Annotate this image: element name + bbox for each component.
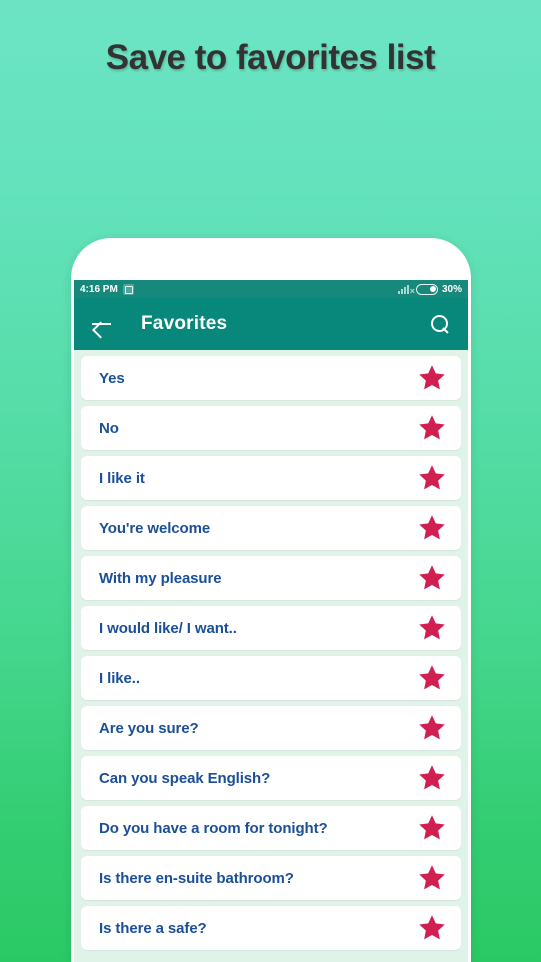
list-item[interactable]: With my pleasure	[81, 556, 461, 600]
star-filled-icon[interactable]	[417, 913, 447, 943]
battery-percent: 30%	[441, 283, 462, 295]
list-item-label: Yes	[99, 369, 125, 387]
list-item[interactable]: Yes	[81, 356, 461, 400]
list-item-label: No	[99, 419, 119, 437]
signal-bars-no-service-icon	[397, 284, 415, 296]
list-item-label: I like..	[99, 669, 140, 687]
star-filled-icon[interactable]	[417, 613, 447, 643]
list-item[interactable]: Are you sure?	[81, 706, 461, 750]
star-filled-icon[interactable]	[417, 413, 447, 443]
app-bar: Favorites	[74, 298, 468, 350]
list-item-label: Is there en-suite bathroom?	[99, 869, 294, 887]
status-bar-left: 4:16 PM	[80, 283, 134, 295]
list-item[interactable]: Is there en-suite bathroom?	[81, 856, 461, 900]
list-item-label: Can you speak English?	[99, 769, 271, 787]
phone-screen: 4:16 PM 30% Favorites Yes No I like it You'…	[74, 280, 468, 962]
list-item[interactable]: You're welcome	[81, 506, 461, 550]
star-filled-icon[interactable]	[417, 663, 447, 693]
list-item-label: With my pleasure	[99, 569, 222, 587]
list-item[interactable]: I like..	[81, 656, 461, 700]
list-item[interactable]: I like it	[81, 456, 461, 500]
search-icon[interactable]	[428, 312, 452, 336]
favorites-list[interactable]: Yes No I like it You're welcome With my plea…	[74, 350, 468, 962]
list-item[interactable]: Is there a safe?	[81, 906, 461, 950]
back-arrow-icon[interactable]	[90, 312, 114, 336]
status-time: 4:16 PM	[80, 283, 118, 295]
list-item[interactable]: No	[81, 406, 461, 450]
phone-mockup: 4:16 PM 30% Favorites Yes No I like it You'…	[71, 238, 471, 962]
app-notification-icon	[122, 283, 134, 295]
star-filled-icon[interactable]	[417, 563, 447, 593]
star-filled-icon[interactable]	[417, 813, 447, 843]
status-bar: 4:16 PM 30%	[74, 280, 468, 298]
list-item[interactable]: Do you have a room for tonight?	[81, 806, 461, 850]
list-item-label: I like it	[99, 469, 145, 487]
list-item-label: Is there a safe?	[99, 919, 207, 937]
list-item-label: Are you sure?	[99, 719, 199, 737]
list-item[interactable]: I would like/ I want..	[81, 606, 461, 650]
app-bar-title: Favorites	[141, 313, 228, 334]
page-title: Save to favorites list	[105, 38, 436, 77]
status-bar-right: 30%	[397, 283, 462, 296]
star-filled-icon[interactable]	[417, 863, 447, 893]
star-filled-icon[interactable]	[417, 363, 447, 393]
star-filled-icon[interactable]	[417, 513, 447, 543]
star-filled-icon[interactable]	[417, 463, 447, 493]
list-item[interactable]: Can you speak English?	[81, 756, 461, 800]
battery-icon	[415, 283, 438, 295]
list-item-label: I would like/ I want..	[99, 619, 237, 637]
star-filled-icon[interactable]	[417, 763, 447, 793]
star-filled-icon[interactable]	[417, 713, 447, 743]
list-item-label: You're welcome	[99, 519, 211, 537]
list-item-label: Do you have a room for tonight?	[99, 819, 328, 837]
